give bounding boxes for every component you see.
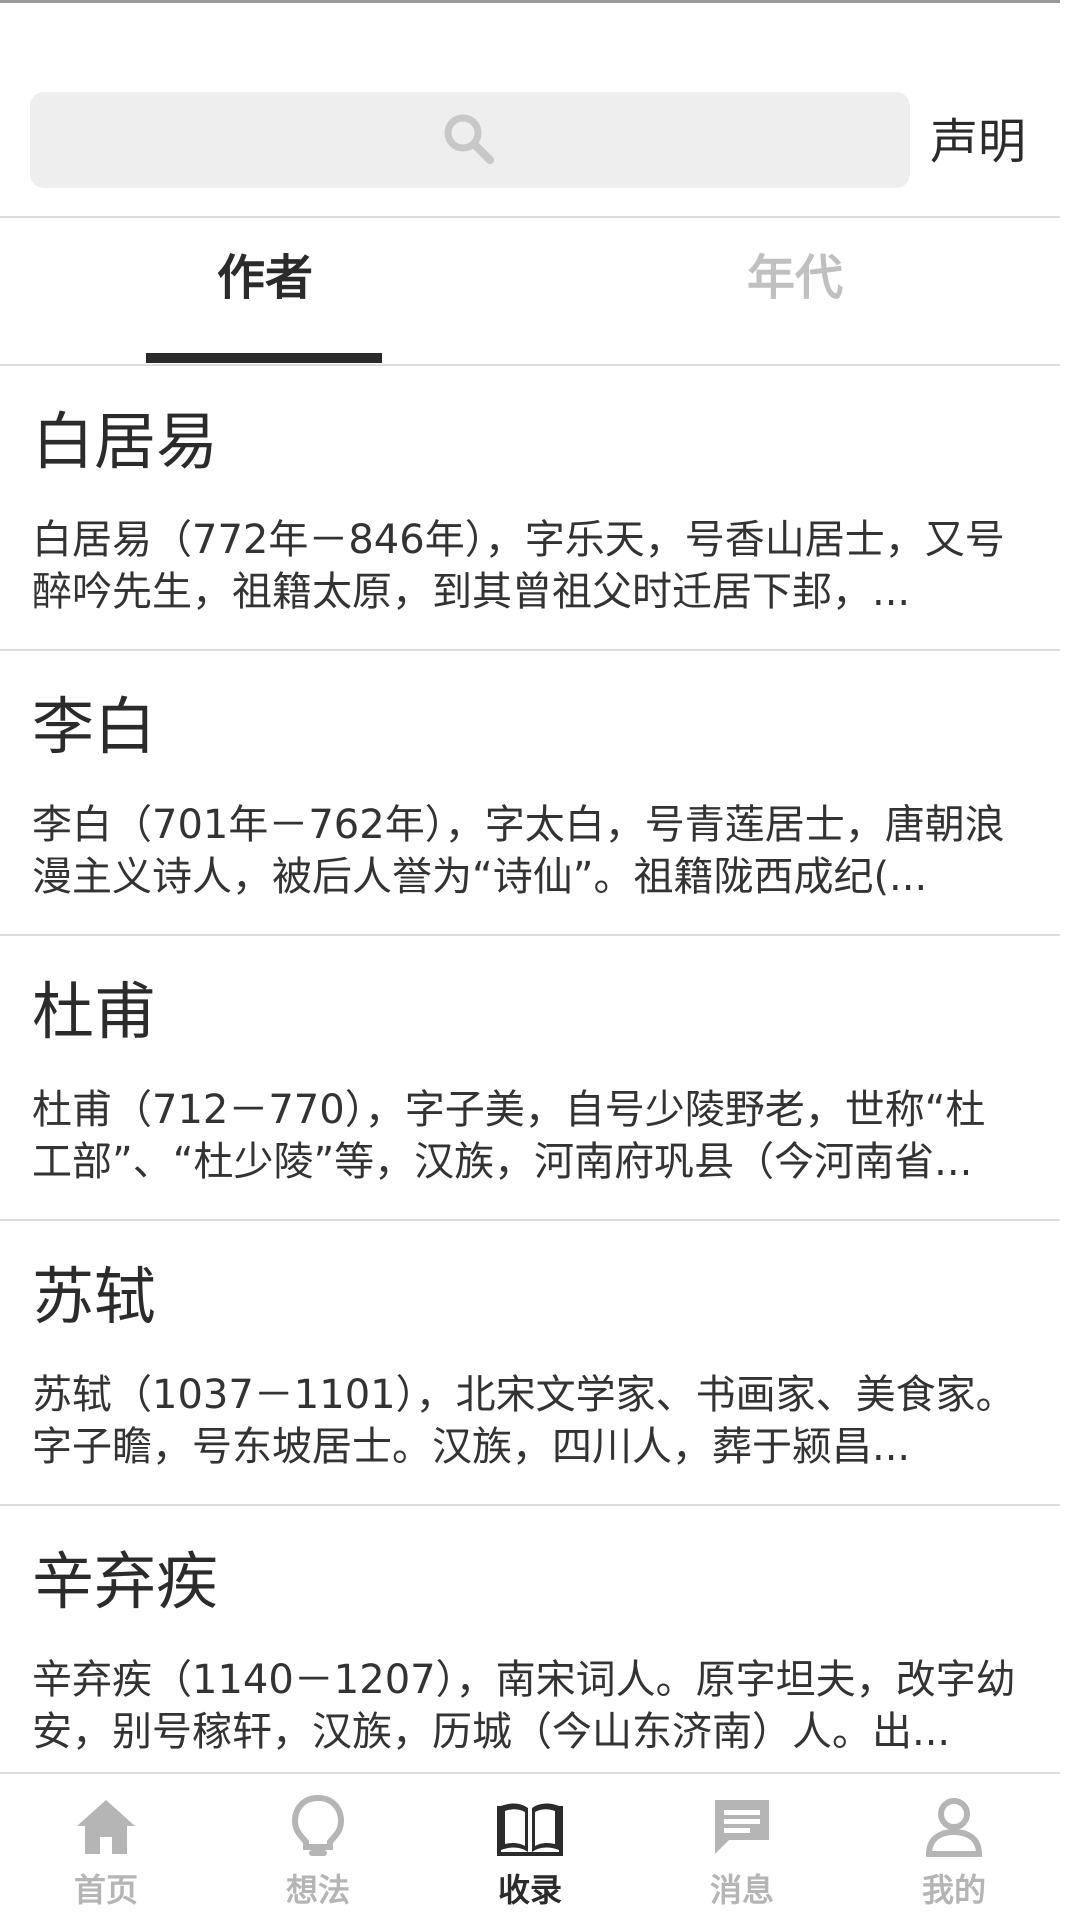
app-screen: 声明 作者 年代 白居易 白居易（772年－846年），字乐天，号香山居士，又号…	[0, 0, 1080, 1920]
nav-label: 我的	[921, 1871, 986, 1909]
author-list-item[interactable]: 苏轼 苏轼（1037－1101），北宋文学家、书画家、美食家。字子瞻，号东坡居士…	[0, 1221, 1060, 1506]
author-description: 苏轼（1037－1101），北宋文学家、书画家、美食家。字子瞻，号东坡居士。汉族…	[32, 1372, 1016, 1470]
home-icon	[77, 1800, 135, 1854]
user-icon	[925, 1798, 983, 1857]
active-tab-indicator	[146, 353, 382, 363]
search-icon[interactable]	[440, 110, 498, 168]
nav-profile[interactable]: 我的	[848, 1774, 1060, 1920]
author-name: 李白	[32, 690, 157, 763]
top-edge-divider	[0, 0, 1060, 3]
author-name: 辛弃疾	[32, 1545, 219, 1618]
header-divider	[0, 216, 1060, 218]
author-name: 杜甫	[32, 975, 157, 1048]
right-gutter	[1060, 0, 1080, 1920]
author-list-item[interactable]: 白居易 白居易（772年－846年），字乐天，号香山居士，又号醉吟先生，祖籍太原…	[0, 366, 1060, 651]
nav-ideas[interactable]: 想法	[212, 1774, 424, 1920]
nav-label: 收录	[497, 1871, 562, 1909]
author-list-item[interactable]: 李白 李白（701年－762年），字太白，号青莲居士，唐朝浪漫主义诗人，被后人誉…	[0, 651, 1060, 936]
author-name: 苏轼	[32, 1260, 157, 1333]
book-icon	[497, 1803, 563, 1856]
author-description: 李白（701年－762年），字太白，号青莲居士，唐朝浪漫主义诗人，被后人誉为“诗…	[32, 802, 1005, 900]
author-name: 白居易	[32, 405, 219, 478]
lightbulb-icon	[291, 1794, 345, 1856]
author-description: 杜甫（712－770），字子美，自号少陵野老，世称“杜工部”、“杜少陵”等，汉族…	[32, 1087, 986, 1185]
declaration-link[interactable]: 声明	[930, 112, 1026, 172]
message-icon	[715, 1800, 769, 1854]
nav-collection[interactable]: 收录	[424, 1774, 636, 1920]
author-list-item[interactable]: 辛弃疾 辛弃疾（1140－1207），南宋词人。原字坦夫，改字幼安，别号稼轩，汉…	[0, 1506, 1060, 1791]
nav-home[interactable]: 首页	[0, 1774, 212, 1920]
bottom-navigation: 首页 想法 收录 消息 我的	[0, 1772, 1060, 1920]
author-list: 白居易 白居易（772年－846年），字乐天，号香山居士，又号醉吟先生，祖籍太原…	[0, 366, 1060, 1791]
nav-label: 想法	[285, 1871, 350, 1909]
author-description: 辛弃疾（1140－1207），南宋词人。原字坦夫，改字幼安，别号稼轩，汉族，历城…	[32, 1657, 1016, 1755]
nav-label: 首页	[73, 1871, 138, 1909]
nav-messages[interactable]: 消息	[636, 1774, 848, 1920]
tab-era[interactable]: 年代	[530, 248, 1060, 318]
author-list-item[interactable]: 杜甫 杜甫（712－770），字子美，自号少陵野老，世称“杜工部”、“杜少陵”等…	[0, 936, 1060, 1221]
author-description: 白居易（772年－846年），字乐天，号香山居士，又号醉吟先生，祖籍太原，到其曾…	[32, 517, 1005, 615]
tab-author[interactable]: 作者	[0, 248, 530, 318]
nav-label: 消息	[709, 1871, 774, 1909]
